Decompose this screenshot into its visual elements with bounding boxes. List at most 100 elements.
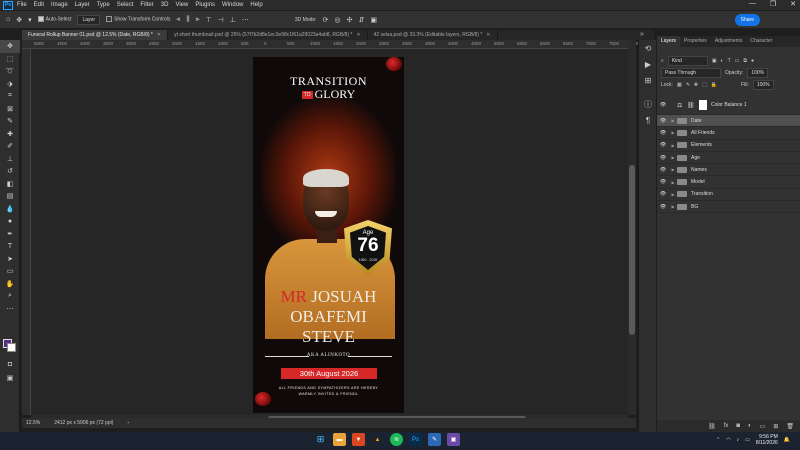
close-icon[interactable]: ✕ bbox=[790, 0, 796, 8]
menu-layer[interactable]: Layer bbox=[75, 2, 90, 8]
document-tab[interactable]: Funeral Rollup Banner 01.psd @ 12.5% (Da… bbox=[22, 30, 169, 40]
battery-icon[interactable]: ▭ bbox=[745, 437, 750, 443]
align-top-icon[interactable]: ⊤ bbox=[206, 16, 212, 24]
collapse-panels-icon[interactable]: » bbox=[640, 31, 644, 38]
lock-paint-icon[interactable]: ✎ bbox=[686, 82, 690, 88]
filter-kind-dropdown[interactable]: Kind bbox=[667, 56, 708, 66]
close-tab-icon[interactable]: ✕ bbox=[486, 32, 490, 38]
tab-properties[interactable]: Properties bbox=[680, 36, 711, 47]
vlc-icon[interactable]: ▲ bbox=[371, 433, 384, 446]
expand-arrow-icon[interactable]: ▶ bbox=[669, 192, 677, 197]
auto-select-target-dropdown[interactable]: Layer bbox=[77, 14, 100, 25]
roll-3d-icon[interactable]: ◎ bbox=[334, 16, 340, 24]
info-panel-icon[interactable]: ⓘ bbox=[639, 96, 657, 112]
scale-3d-icon[interactable]: ▣ bbox=[370, 16, 377, 24]
filter-type-icon[interactable]: T bbox=[728, 58, 731, 64]
blur-tool-icon[interactable]: 💧 bbox=[0, 203, 20, 216]
layer-row[interactable]: 👁 ▶ Names bbox=[657, 164, 800, 177]
share-button[interactable]: Share bbox=[734, 14, 760, 26]
orbit-3d-icon[interactable]: ⟳ bbox=[323, 16, 329, 24]
horizontal-ruler[interactable]: 5000 4500 4000 3500 3000 2500 2000 1500 1000 500 0… bbox=[22, 40, 642, 49]
close-tab-icon[interactable]: ✕ bbox=[356, 32, 360, 38]
status-arrow-icon[interactable]: › bbox=[127, 420, 129, 426]
menu-plugins[interactable]: Plugins bbox=[195, 2, 215, 8]
delete-layer-icon[interactable]: 🗑 bbox=[786, 423, 794, 430]
fill-input[interactable]: 100% bbox=[752, 80, 774, 90]
visibility-eye-icon[interactable]: 👁 bbox=[657, 179, 669, 185]
wifi-icon[interactable]: ◠ bbox=[726, 437, 730, 443]
visibility-eye-icon[interactable]: 👁 bbox=[657, 130, 669, 136]
system-clock[interactable]: 9:56 PM 8/11/2026 bbox=[756, 434, 778, 446]
clone-stamp-tool-icon[interactable]: ⊥ bbox=[0, 153, 20, 166]
menu-help[interactable]: Help bbox=[250, 2, 262, 8]
paragraph-panel-icon[interactable]: ¶ bbox=[639, 112, 657, 128]
quick-mask-icon[interactable]: ◘ bbox=[0, 358, 20, 371]
visibility-eye-icon[interactable]: 👁 bbox=[657, 191, 669, 197]
tab-layers[interactable]: Layers bbox=[657, 36, 681, 47]
layer-row[interactable]: 👁 ▶ Date bbox=[657, 115, 800, 128]
menu-edit[interactable]: Edit bbox=[34, 2, 44, 8]
maximize-icon[interactable]: ❐ bbox=[770, 0, 776, 8]
new-layer-icon[interactable]: ⊞ bbox=[773, 423, 778, 430]
background-color-swatch[interactable] bbox=[7, 343, 16, 352]
layer-row[interactable]: 👁 ▶ Elements bbox=[657, 140, 800, 152]
document-tab[interactable]: 42 selsa.psd @ 33.3% (Editable layers, R… bbox=[368, 30, 498, 40]
menu-select[interactable]: Select bbox=[117, 2, 134, 8]
vertical-ruler[interactable] bbox=[22, 49, 31, 415]
windows-start-icon[interactable]: ⊞ bbox=[314, 433, 327, 446]
move-tool-icon[interactable]: ✥ bbox=[0, 40, 20, 53]
tab-character[interactable]: Character bbox=[746, 36, 776, 47]
expand-arrow-icon[interactable]: ▶ bbox=[669, 204, 677, 209]
add-mask-icon[interactable]: ◙ bbox=[736, 423, 740, 429]
close-tab-icon[interactable]: ✕ bbox=[157, 32, 161, 38]
type-tool-icon[interactable]: T bbox=[0, 240, 20, 253]
layer-row[interactable]: 👁 ▶ Age bbox=[657, 152, 800, 165]
app-icon-blue[interactable]: ✎ bbox=[428, 433, 441, 446]
align-right-icon[interactable]: ⫸ bbox=[196, 16, 200, 24]
slide-3d-icon[interactable]: ⇵ bbox=[358, 16, 364, 24]
layer-mask-thumbnail[interactable] bbox=[699, 100, 707, 110]
zoom-level[interactable]: 12.5% bbox=[26, 420, 40, 426]
actions-panel-icon[interactable]: ▶ bbox=[639, 56, 657, 72]
file-explorer-icon[interactable]: ▬ bbox=[333, 433, 346, 446]
link-layers-icon[interactable]: ⛓ bbox=[708, 423, 716, 430]
lock-position-icon[interactable]: ✥ bbox=[694, 82, 698, 88]
poster-artboard[interactable]: TRANSITION TO GLORY Age 76 1950 - 2026 MR… bbox=[253, 57, 404, 413]
expand-arrow-icon[interactable]: ▶ bbox=[669, 143, 677, 148]
gradient-tool-icon[interactable]: ▤ bbox=[0, 190, 20, 203]
marquee-tool-icon[interactable]: ⬚ bbox=[0, 53, 20, 66]
layer-row[interactable]: 👁 ⚖ ⛓ Color Balance 1 bbox=[657, 96, 800, 115]
expand-arrow-icon[interactable]: ▶ bbox=[669, 167, 677, 172]
hand-tool-icon[interactable]: ✋ bbox=[0, 278, 20, 291]
zoom-tool-icon[interactable]: ⌕ bbox=[0, 290, 20, 303]
layer-row[interactable]: 👁 ▶ BG bbox=[657, 201, 800, 214]
align-middle-icon[interactable]: ⊣ bbox=[218, 16, 224, 24]
tray-chevron-icon[interactable]: ⌃ bbox=[716, 437, 720, 443]
notification-bell-icon[interactable]: 🔔 bbox=[784, 437, 790, 443]
expand-arrow-icon[interactable]: ▶ bbox=[669, 130, 677, 135]
visibility-eye-icon[interactable]: 👁 bbox=[657, 102, 669, 108]
filter-shape-icon[interactable]: ▭ bbox=[735, 58, 740, 64]
photoshop-taskbar-icon[interactable]: Ps bbox=[409, 433, 422, 446]
menu-3d[interactable]: 3D bbox=[161, 2, 169, 8]
chevron-down-icon[interactable]: ▾ bbox=[28, 16, 32, 24]
lock-all-icon[interactable]: 🔒 bbox=[711, 82, 717, 88]
lock-pixels-icon[interactable]: ▦ bbox=[677, 82, 682, 88]
filter-toggle-icon[interactable]: ● bbox=[751, 58, 754, 64]
expand-arrow-icon[interactable]: ▶ bbox=[669, 118, 677, 123]
document-tab[interactable]: yt short thumbnail.psd @ 25% (57f7b2d8e1… bbox=[168, 30, 368, 40]
align-center-icon[interactable]: ⫼ bbox=[186, 16, 189, 24]
menu-type[interactable]: Type bbox=[97, 2, 110, 8]
adjustment-layer-icon[interactable]: ◐ bbox=[748, 423, 752, 429]
object-select-tool-icon[interactable]: ⬗ bbox=[0, 78, 20, 91]
pen-tool-icon[interactable]: ✒ bbox=[0, 228, 20, 241]
filter-adjustment-icon[interactable]: ◐ bbox=[721, 58, 724, 64]
volume-icon[interactable]: ♪ bbox=[737, 437, 740, 443]
blend-mode-dropdown[interactable]: Pass Through bbox=[661, 68, 721, 78]
align-left-icon[interactable]: ⫷ bbox=[176, 16, 180, 24]
eyedropper-tool-icon[interactable]: ✎ bbox=[0, 115, 20, 128]
menu-window[interactable]: Window bbox=[222, 2, 243, 8]
more-tools-icon[interactable]: ⋯ bbox=[0, 303, 20, 316]
expand-arrow-icon[interactable]: ▶ bbox=[669, 180, 677, 185]
layer-row[interactable]: 👁 ▶ Transition bbox=[657, 189, 800, 202]
